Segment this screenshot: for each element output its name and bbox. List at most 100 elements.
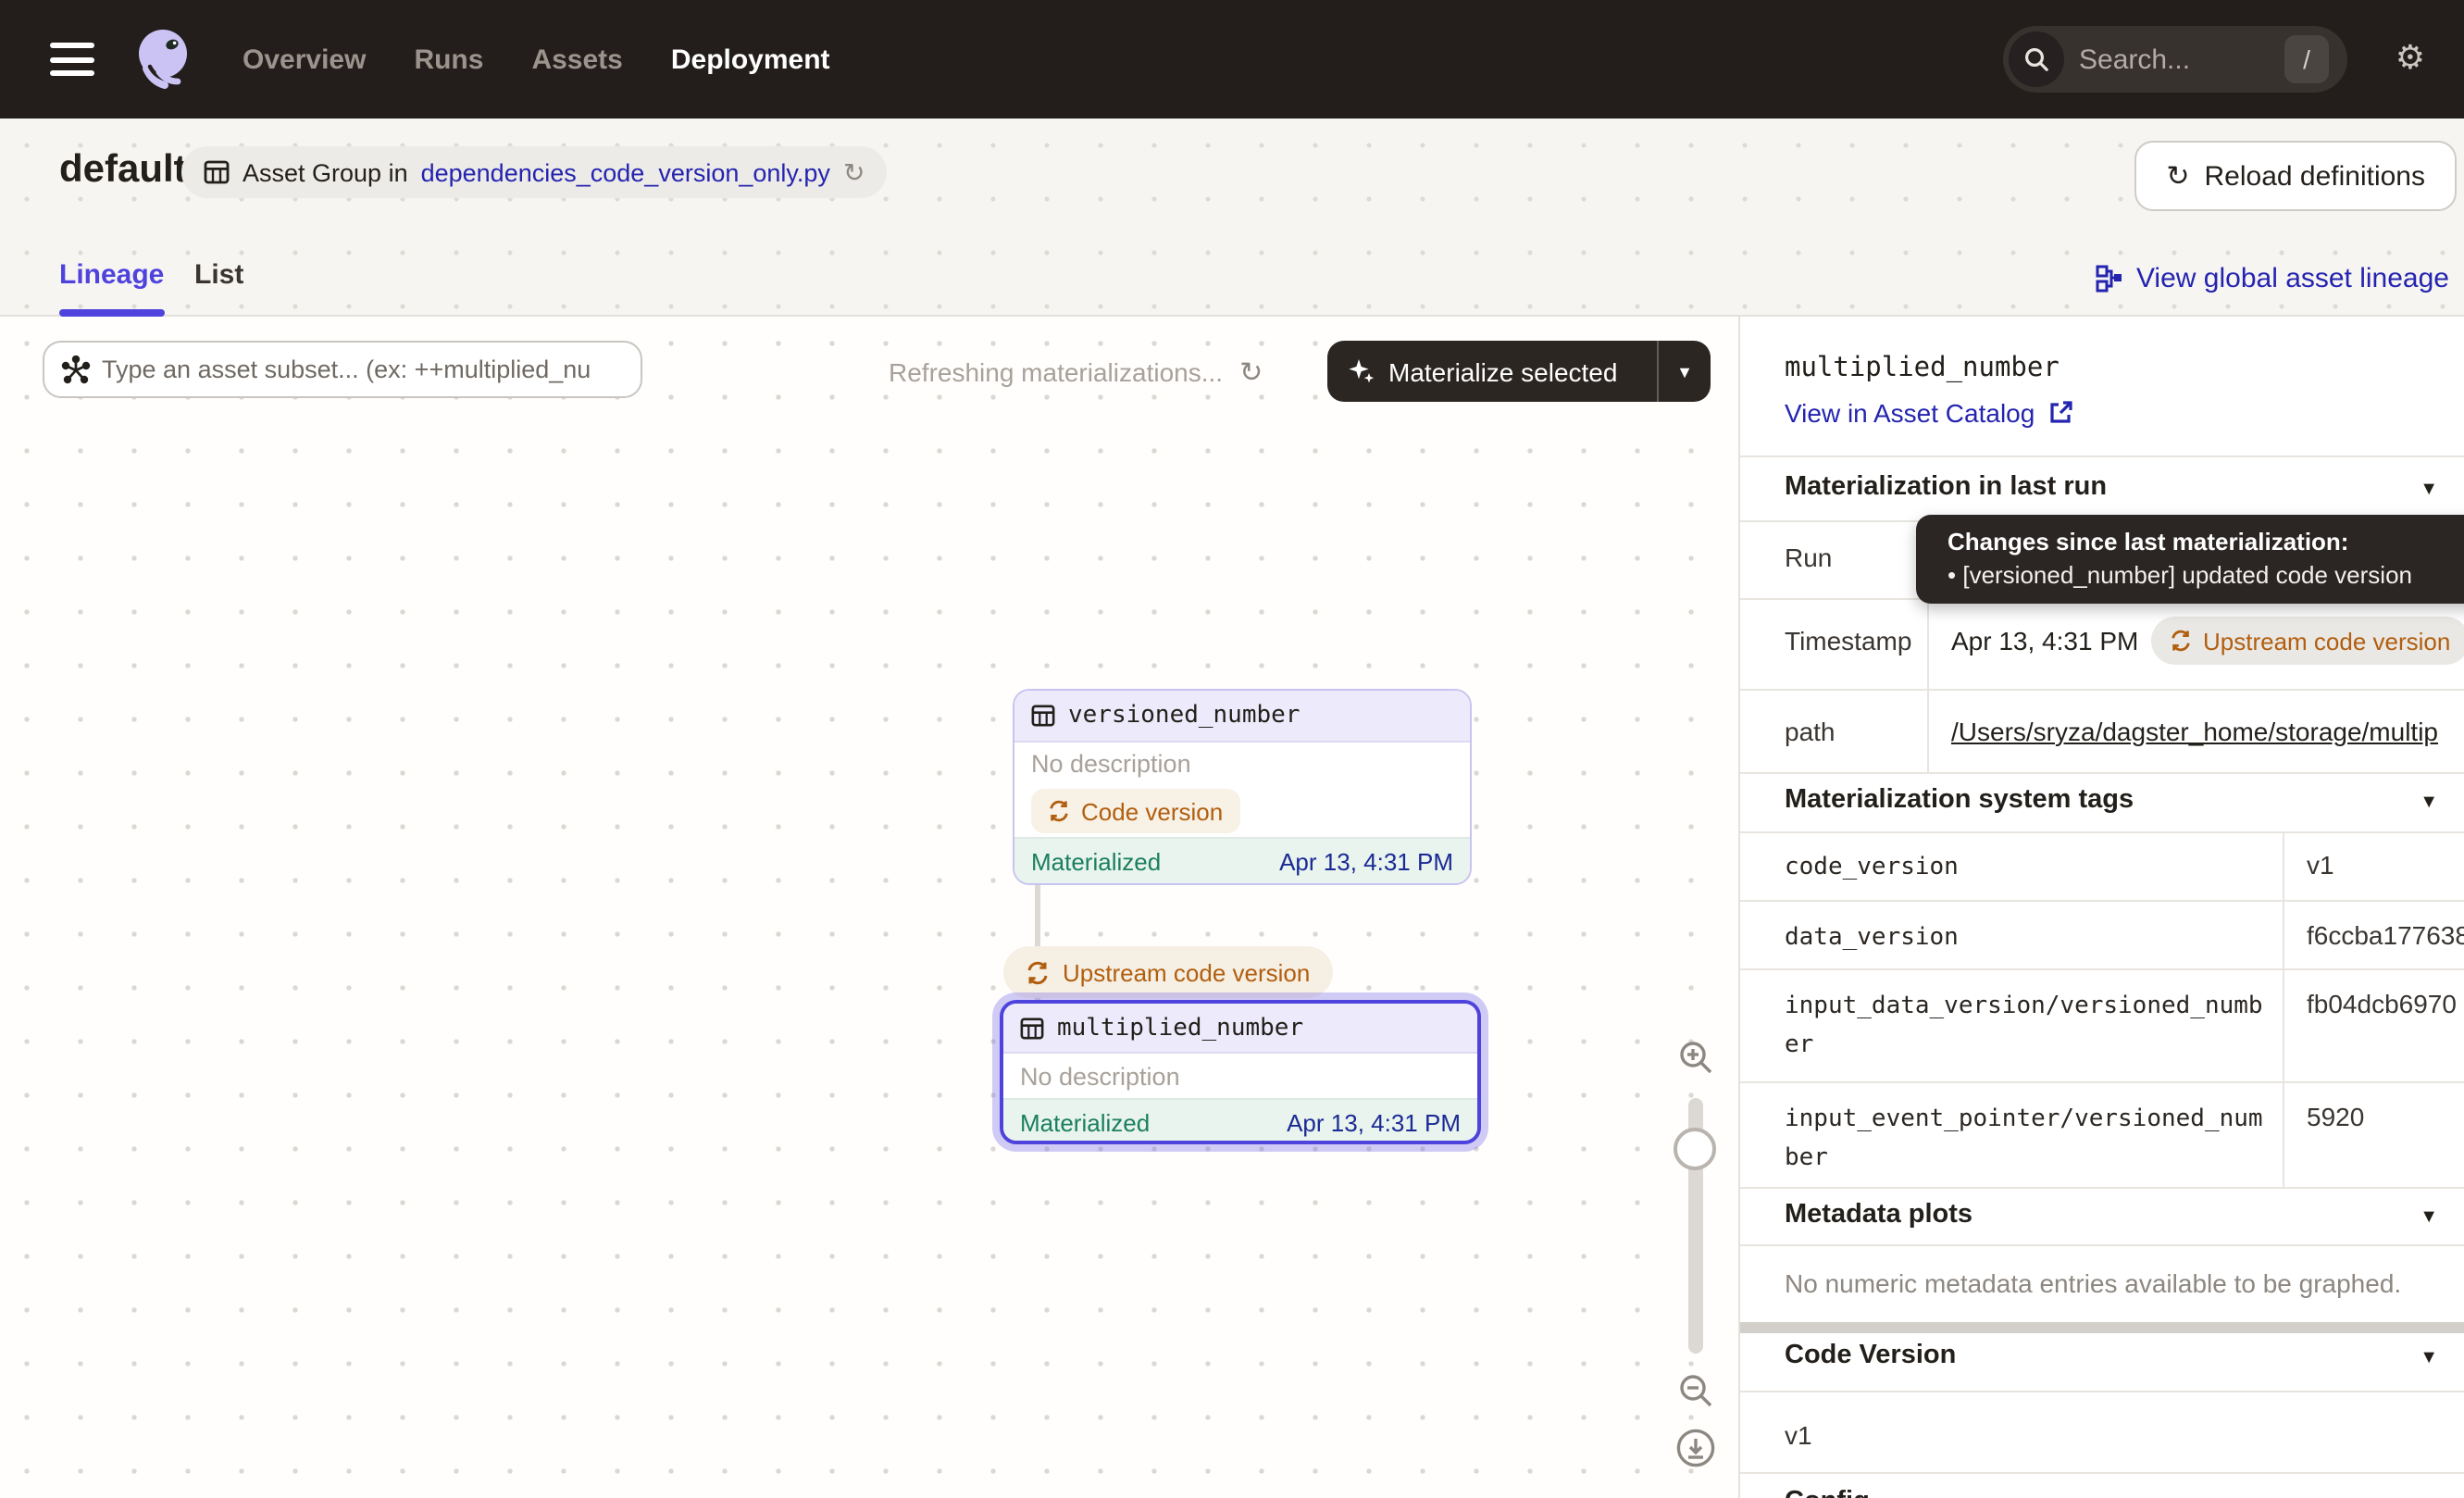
code-version-tag[interactable]: Code version [1031,789,1239,833]
nav-item-runs[interactable]: Runs [414,44,483,75]
asset-node-description: No description [1003,1054,1477,1098]
chevron-down-icon[interactable]: ▼ [2420,480,2438,500]
chevron-down-icon[interactable]: ▼ [2420,1207,2438,1228]
table-grid-icon [1031,704,1055,728]
menu-icon[interactable] [50,43,94,76]
materialize-dropdown-caret[interactable]: ▼ [1657,341,1711,402]
tag-value: 5920 [2307,1102,2364,1131]
materialize-selected-label: Materialize selected [1388,356,1617,386]
search-shortcut-key: / [2284,35,2329,83]
sparkle-icon [1348,357,1375,385]
section-header-config: Config [1785,1487,1870,1498]
active-tab-underline [59,309,165,317]
upstream-code-version-tag[interactable]: Upstream code version [2151,617,2464,665]
lineage-graph-icon [2096,265,2123,293]
table-grid-icon [204,159,230,185]
asset-subset-field[interactable] [43,341,642,398]
tab-lineage[interactable]: Lineage [59,259,164,291]
tag-value: fb04dcb6970 [2307,989,2457,1018]
asset-detail-sidebar: multiplied_number View in Asset Catalog … [1738,317,2464,1498]
zoom-in-icon[interactable] [1677,1039,1714,1076]
divider [1740,1472,2464,1474]
nav-item-overview[interactable]: Overview [243,44,366,75]
reload-definitions-label: Reload definitions [2205,160,2426,192]
materialized-status: Materialized [1020,1108,1150,1136]
upstream-code-version-label: Upstream code version [2203,627,2450,655]
section-header-code-version: Code Version [1785,1341,1956,1370]
chevron-down-icon[interactable]: ▼ [2420,1348,2438,1368]
download-image-icon[interactable] [1675,1428,1716,1468]
asset-subset-input[interactable] [102,356,624,383]
sidebar-asset-title: multiplied_number [1785,354,2060,383]
asset-graph-icon [61,355,91,384]
path-link[interactable]: /Users/sryza/dagster_home/storage/multip [1951,717,2438,746]
divider [1740,968,2464,970]
nav-item-deployment[interactable]: Deployment [671,44,830,75]
tag-key: data_version [1785,918,2270,957]
page-title: default [59,148,187,193]
divider [1740,831,2464,833]
tag-value: v1 [2307,850,2334,880]
reload-icon: ↻ [2166,159,2189,193]
materialized-timestamp: Apr 13, 4:31 PM [1279,847,1453,875]
divider [1740,689,2464,691]
page-header: default Asset Group in dependencies_code… [0,119,2464,317]
divider [1740,900,2464,902]
sync-alert-icon [2170,630,2192,652]
refreshing-label: Refreshing materializations... [889,357,1223,387]
changes-tooltip: Changes since last materialization: • [v… [1916,515,2464,604]
view-global-lineage-link[interactable]: View global asset lineage [2096,263,2449,294]
materialized-timestamp: Apr 13, 4:31 PM [1287,1108,1461,1136]
run-row-label: Run [1785,543,1832,572]
tab-list[interactable]: List [194,259,243,291]
changes-tooltip-title: Changes since last materialization: [1948,528,2464,556]
zoom-out-icon[interactable] [1677,1372,1714,1409]
zoom-slider-handle[interactable] [1674,1128,1716,1170]
view-in-asset-catalog-label: View in Asset Catalog [1785,398,2035,428]
nav-item-assets[interactable]: Assets [531,44,622,75]
lineage-graph-panel[interactable]: Refreshing materializations... ↻ Materia… [0,317,1738,1498]
timestamp-value: Apr 13, 4:31 PM [1951,626,2138,655]
divider [1740,1244,2464,1246]
search-icon [2009,31,2064,87]
view-in-asset-catalog-link[interactable]: View in Asset Catalog [1785,398,2073,428]
asset-group-file-link[interactable]: dependencies_code_version_only.py [421,158,830,186]
search-input[interactable] [2079,44,2246,75]
timestamp-row-label: Timestamp [1785,626,1911,655]
asset-node-description: No description [1014,743,1470,785]
materialize-selected-button[interactable]: Materialize selected ▼ [1327,341,1711,402]
metadata-plots-empty-text: No numeric metadata entries available to… [1785,1268,2401,1298]
changes-tooltip-item: • [versioned_number] updated code versio… [1948,561,2464,589]
refresh-icon[interactable]: ↻ [1239,356,1263,389]
sync-alert-icon [1026,960,1050,984]
asset-node-versioned-number[interactable]: versioned_number No description Code ver… [1013,689,1472,885]
divider [1740,1187,2464,1189]
chevron-down-icon[interactable]: ▼ [2420,793,2438,813]
divider [1740,772,2464,774]
gear-icon[interactable]: ⚙ [2396,41,2425,74]
edge-upstream-code-version-tag[interactable]: Upstream code version [1003,946,1332,998]
badge-reload-icon[interactable]: ↻ [843,156,865,188]
path-row-label: path [1785,717,1836,746]
divider [1740,1081,2464,1083]
tag-value: f6ccba177638 [2307,920,2464,950]
tag-key: input_event_pointer/versioned_number [1785,1100,2270,1178]
zoom-controls [1659,1020,1733,1468]
section-divider [1740,1322,2464,1333]
view-global-lineage-label: View global asset lineage [2136,263,2449,294]
search-box[interactable]: / [2003,26,2347,93]
nav-items: Overview Runs Assets Deployment [243,44,830,75]
asset-group-badge: Asset Group in dependencies_code_version… [181,146,887,198]
tag-key: code_version [1785,848,2270,887]
dagster-logo-icon[interactable] [128,24,198,94]
column-divider [2283,831,2284,1187]
section-header-system-tags: Materialization system tags [1785,785,2134,815]
code-version-value: v1 [1785,1420,1812,1450]
reload-definitions-button[interactable]: ↻ Reload definitions [2134,141,2457,211]
refreshing-status: Refreshing materializations... ↻ [889,356,1263,389]
asset-node-multiplied-number[interactable]: multiplied_number No description Materia… [1000,1000,1481,1144]
top-nav: Overview Runs Assets Deployment / ⚙ [0,0,2464,119]
zoom-slider[interactable] [1688,1098,1703,1354]
asset-node-name: multiplied_number [1057,1014,1303,1042]
asset-group-badge-prefix: Asset Group in [243,158,408,186]
